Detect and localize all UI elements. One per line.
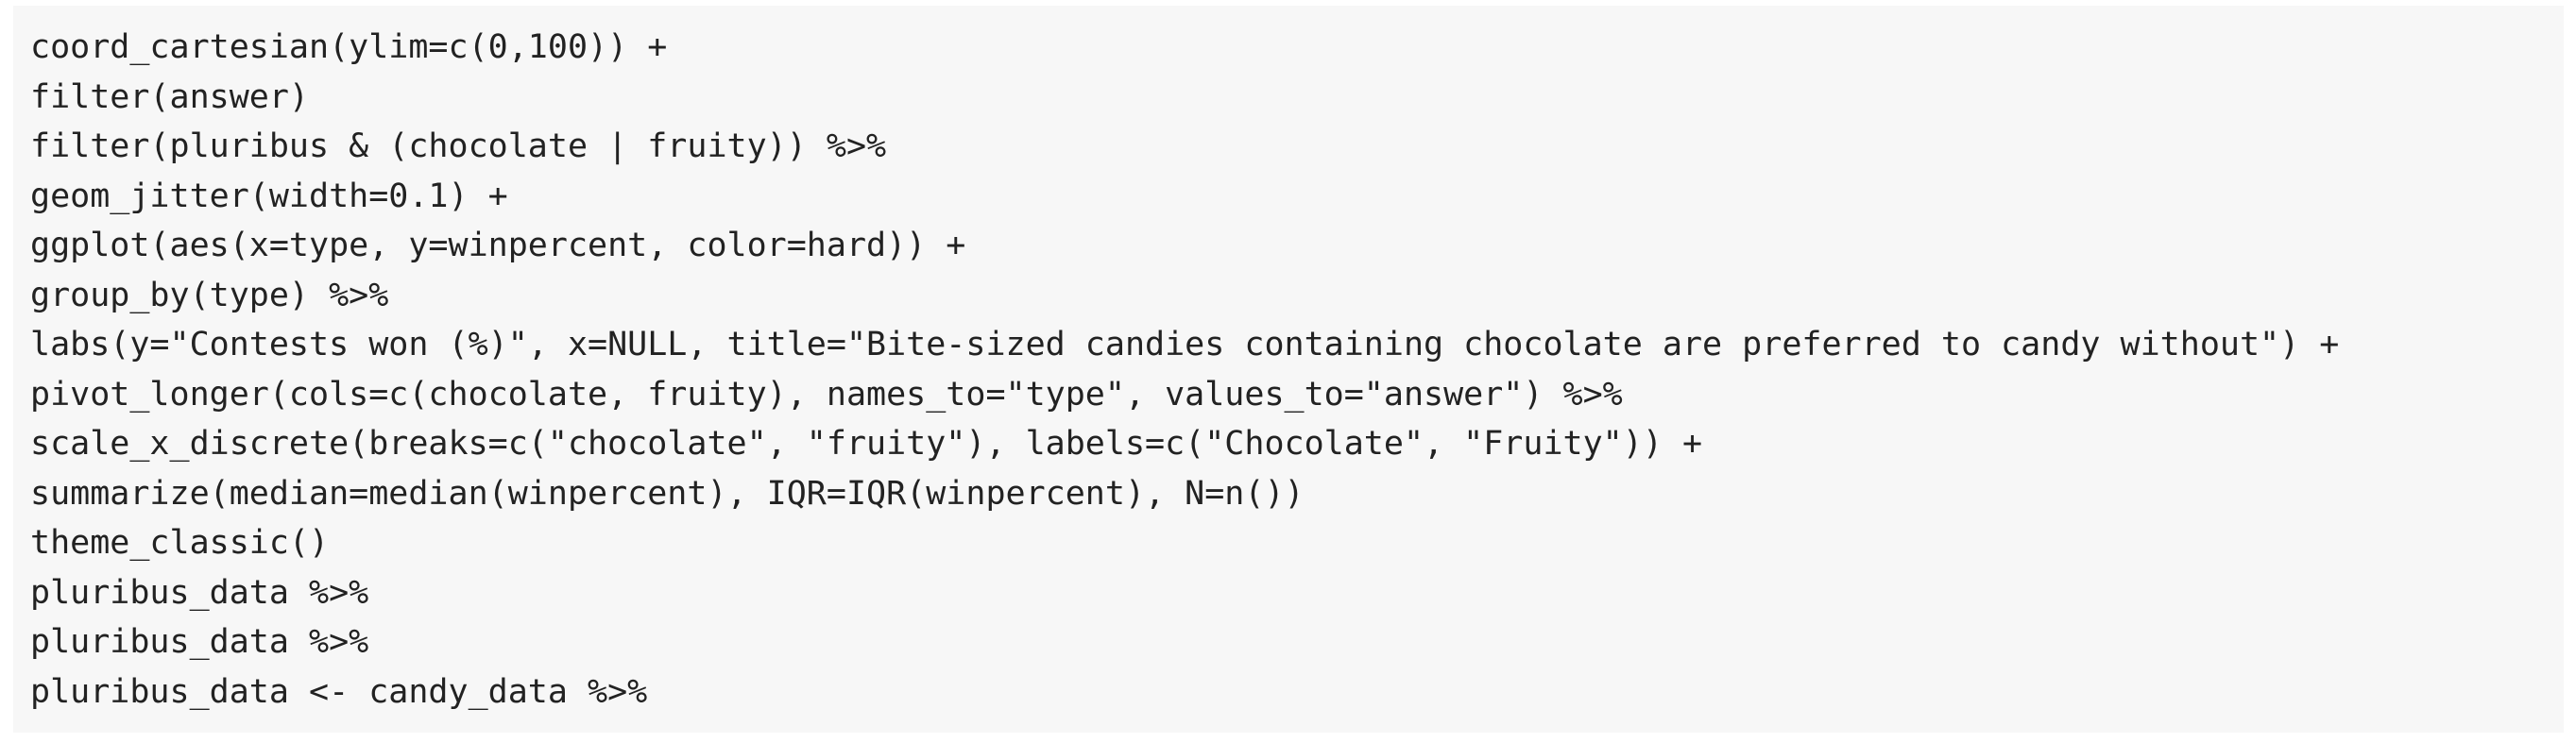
code-line: geom_jitter(width=0.1) + <box>30 177 508 215</box>
code-line: labs(y="Contests won (%)", x=NULL, title… <box>30 326 2340 363</box>
code-line: coord_cartesian(ylim=c(0,100)) + <box>30 28 668 66</box>
code-line: scale_x_discrete(breaks=c("chocolate", "… <box>30 425 1703 463</box>
code-line: filter(pluribus & (chocolate | fruity)) … <box>30 127 887 165</box>
code-line: filter(answer) <box>30 77 310 116</box>
code-line: ggplot(aes(x=type, y=winpercent, color=h… <box>30 227 966 264</box>
code-line: theme_classic() <box>30 524 330 562</box>
code-block: coord_cartesian(ylim=c(0,100)) + filter(… <box>13 6 2564 733</box>
code-line: summarize(median=median(winpercent), IQR… <box>30 474 1305 513</box>
code-line: pivot_longer(cols=c(chocolate, fruity), … <box>30 375 1623 414</box>
code-line: group_by(type) %>% <box>30 276 389 314</box>
code-line: pluribus_data %>% <box>30 623 369 661</box>
code-line: pluribus_data %>% <box>30 573 369 612</box>
code-line: pluribus_data <- candy_data %>% <box>30 672 648 711</box>
